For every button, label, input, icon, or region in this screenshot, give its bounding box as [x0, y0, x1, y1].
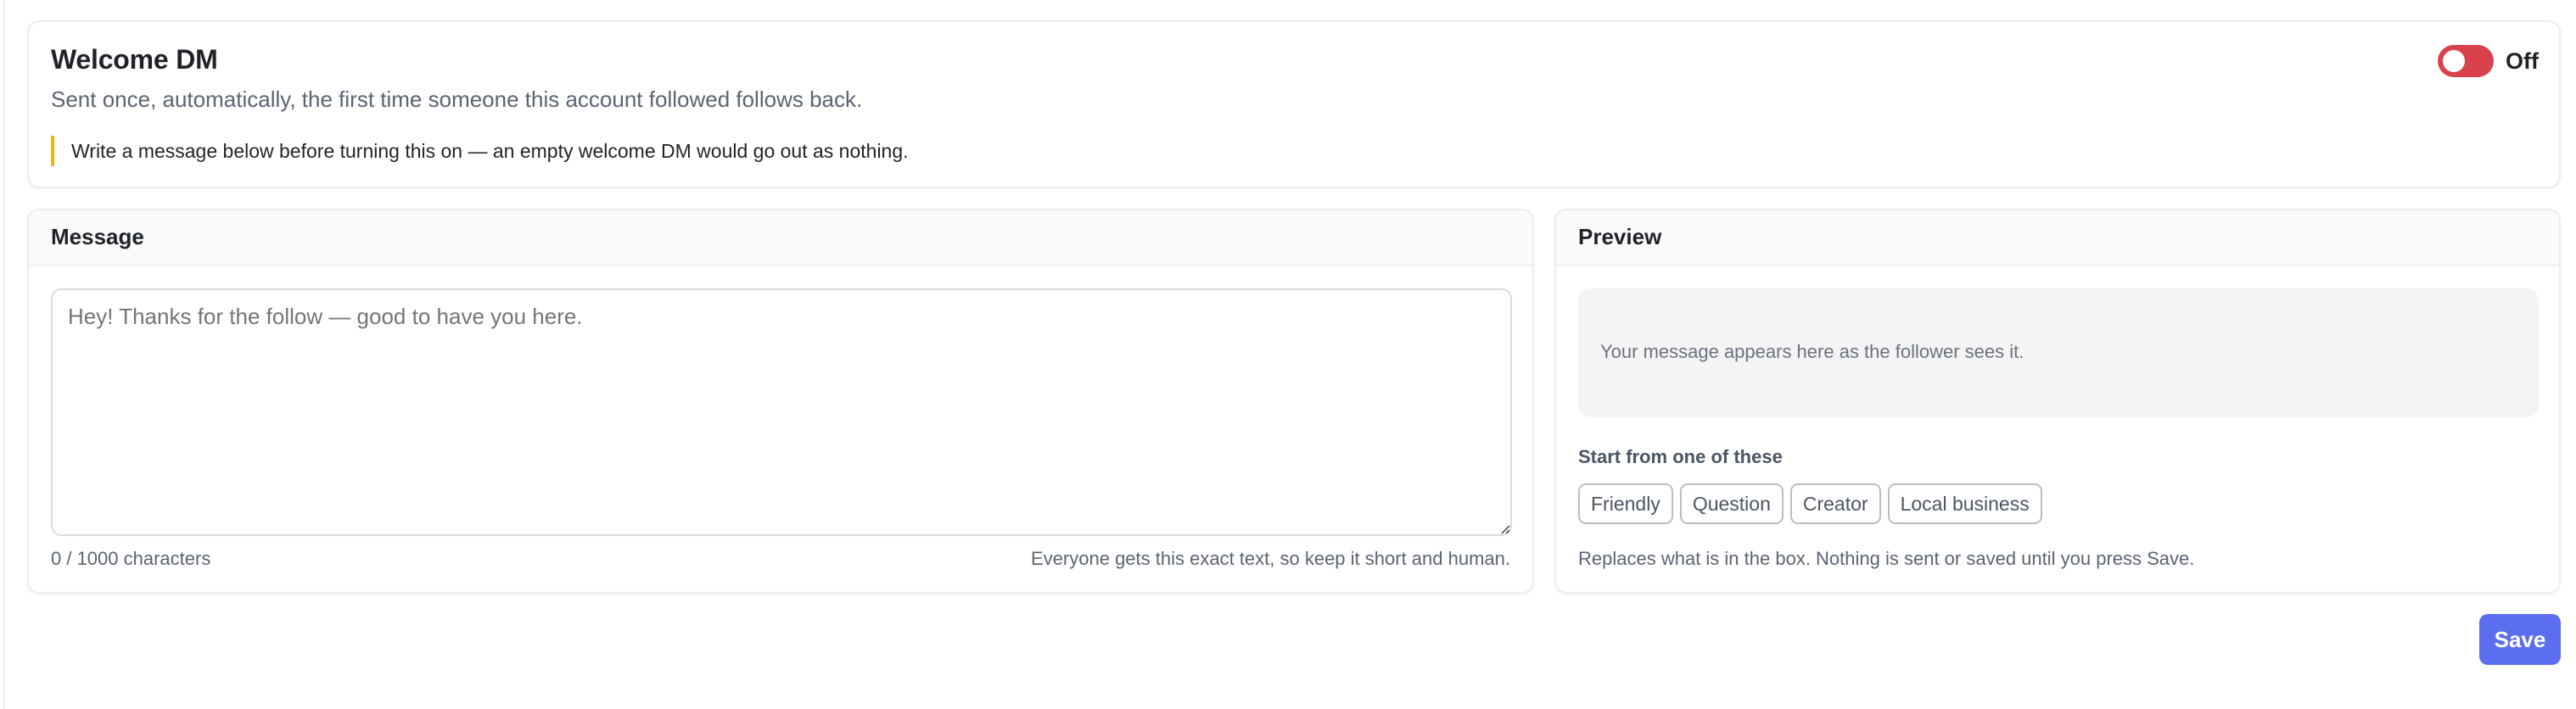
save-button[interactable]: Save [2479, 614, 2561, 665]
template-chip-creator[interactable]: Creator [1789, 483, 1881, 524]
template-chip-local-business[interactable]: Local business [1887, 483, 2042, 524]
templates-label: Start from one of these [1578, 446, 1783, 467]
page-title: Welcome DM [51, 44, 218, 75]
preview-section-title: Preview [1578, 224, 1662, 249]
enable-toggle-group: Off [2438, 44, 2539, 78]
resize-grip-icon[interactable] [1500, 524, 1510, 534]
preview-section-header: Preview [1556, 210, 2559, 266]
preview-card: Preview Your message appears here as the… [1554, 209, 2561, 594]
template-chips: Friendly Question Creator Local business [1578, 483, 2042, 524]
templates-note: Replaces what is in the box. Nothing is … [1578, 548, 2195, 569]
welcome-dm-card: Welcome DM Sent once, automatically, the… [27, 20, 2561, 188]
template-chip-question[interactable]: Question [1679, 483, 1784, 524]
preview-bubble: Your message appears here as the followe… [1578, 288, 2539, 417]
message-card: Message 0 / 1000 characters Everyone get… [27, 209, 1534, 594]
message-textarea[interactable] [51, 288, 1512, 536]
template-chip-friendly[interactable]: Friendly [1578, 483, 1673, 524]
warning-callout: Write a message below before turning thi… [51, 136, 909, 166]
page-subtitle: Sent once, automatically, the first time… [51, 87, 863, 112]
toggle-knob [2443, 50, 2466, 72]
message-section-header: Message [29, 210, 1532, 266]
toggle-state-label: Off [2506, 47, 2539, 74]
enable-toggle[interactable] [2438, 45, 2495, 77]
message-hint: Everyone gets this exact text, so keep i… [1031, 548, 1510, 569]
character-count: 0 / 1000 characters [51, 548, 211, 569]
message-section-title: Message [51, 224, 144, 249]
preview-placeholder: Your message appears here as the followe… [1600, 341, 2024, 362]
